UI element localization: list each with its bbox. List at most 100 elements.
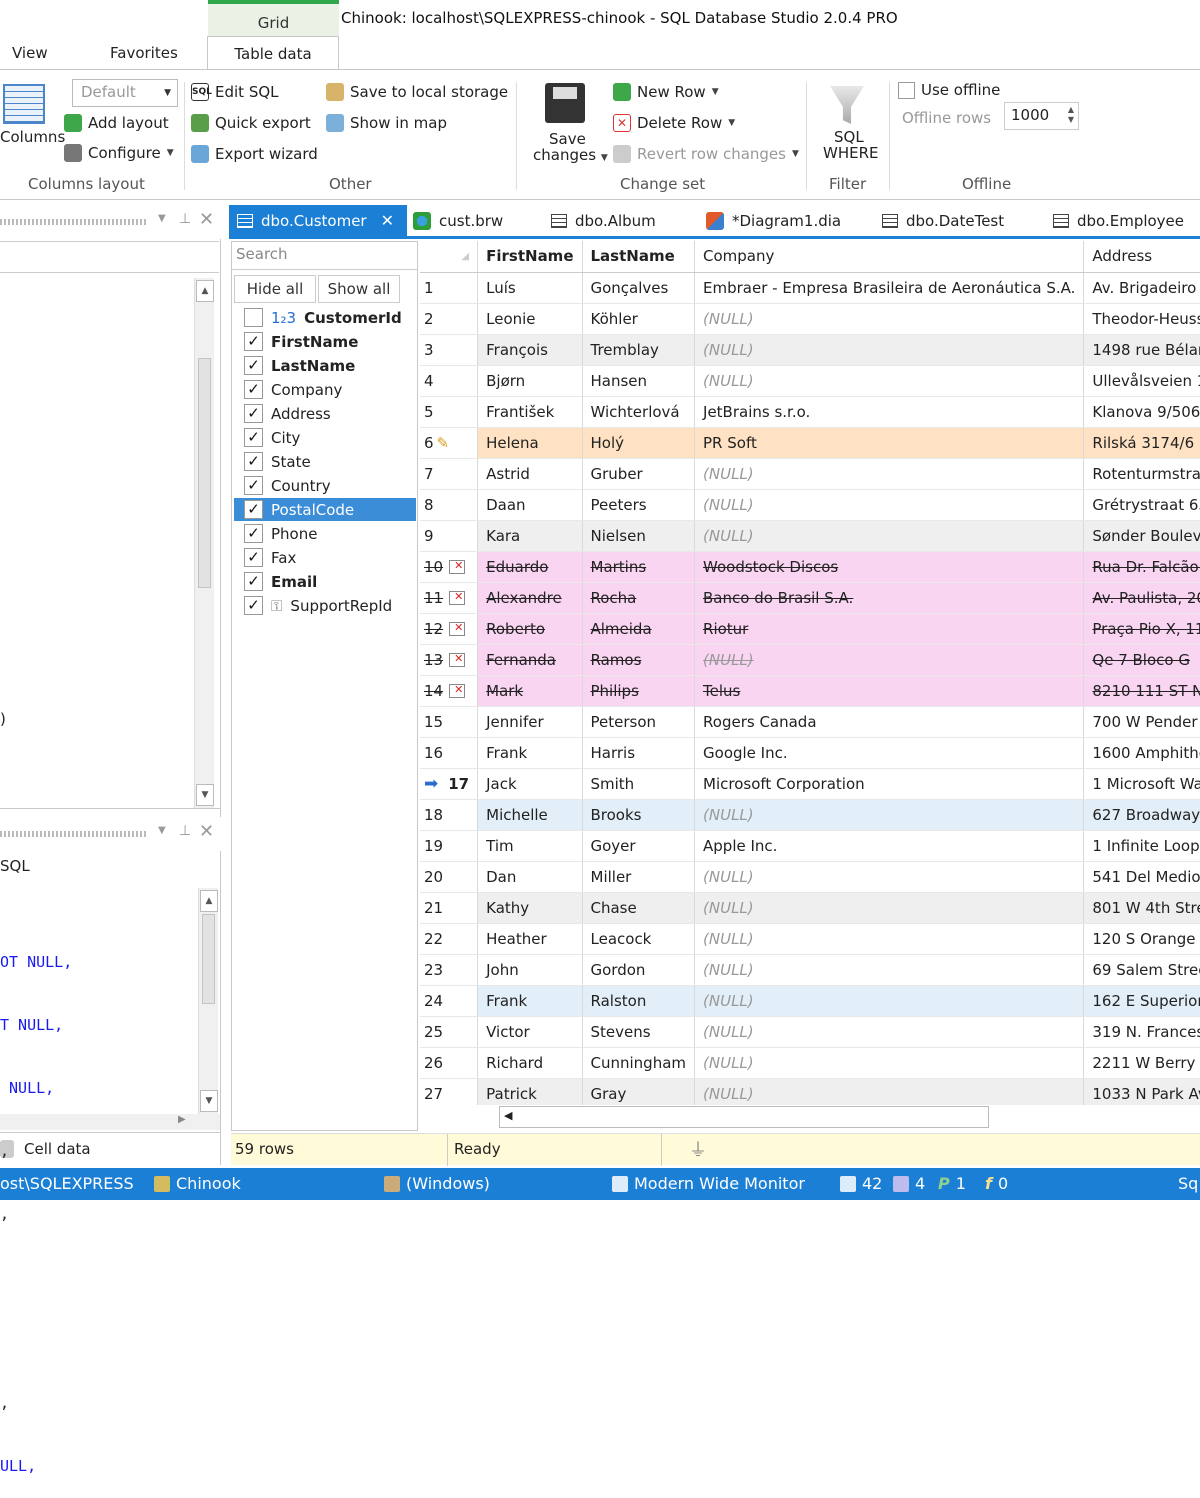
row-number-cell[interactable]: 5 — [420, 396, 479, 428]
vertical-scrollbar[interactable]: ▲ ▼ — [198, 888, 218, 1114]
table-row[interactable]: 1 Luís Gonçalves Embraer - Empresa Brasilei… — [420, 272, 1200, 304]
cell-last[interactable]: Peterson — [582, 706, 696, 738]
stepper-arrows-icon[interactable]: ▲ ▼ — [1068, 105, 1074, 125]
table-row[interactable]: 20 DanMiller(NULL)541 Del Medio Ave — [420, 861, 1200, 893]
row-number-cell[interactable]: 16 — [420, 737, 479, 769]
cell-last[interactable]: Cunningham — [582, 1047, 696, 1079]
table-row[interactable]: 11 AlexandreRochaBanco do Brasil S.A.Av. … — [420, 582, 1200, 614]
scroll-thumb[interactable] — [198, 358, 211, 588]
save-icon[interactable] — [545, 83, 585, 123]
row-number-cell[interactable]: 14 — [420, 675, 479, 707]
cell-company[interactable]: (NULL) — [694, 458, 1085, 490]
table-row[interactable]: 22 HeatherLeacock(NULL)120 S Orange Ave — [420, 923, 1200, 955]
table-row[interactable]: 6 ✎ Helena Holý PR Soft Rilská 3174/6 — [420, 427, 1200, 459]
cell-address[interactable]: 319 N. Frances Str — [1083, 1016, 1200, 1048]
tab-diagram1[interactable]: *Diagram1.dia — [706, 205, 841, 236]
row-number-cell[interactable]: 11 — [420, 582, 479, 614]
row-number-cell[interactable]: 10 — [420, 551, 479, 583]
scroll-left-icon[interactable]: ◀ — [504, 1109, 512, 1122]
row-number-cell[interactable]: 27 — [420, 1078, 479, 1105]
table-row[interactable]: 19 Tim Goyer Apple Inc. 1 Infinite Loop — [420, 830, 1200, 862]
cell-company[interactable]: (NULL) — [694, 334, 1085, 366]
tab-dbo-album[interactable]: dbo.Album — [551, 205, 656, 236]
procedure-count[interactable]: P1 — [938, 1174, 966, 1193]
layout-select[interactable]: Default ▼ — [72, 79, 178, 107]
column-checkbox[interactable]: ✓ — [244, 356, 263, 375]
cell-last[interactable]: Köhler — [582, 303, 696, 335]
cell-company[interactable]: (NULL) — [694, 1016, 1085, 1048]
cell-first[interactable]: Mark — [477, 675, 583, 707]
cell-first[interactable]: Roberto — [477, 613, 583, 645]
cell-last[interactable]: Brooks — [582, 799, 696, 831]
column-checkbox[interactable]: ✓ — [244, 476, 263, 495]
cell-first[interactable]: Luís — [477, 272, 583, 304]
tab-favorites[interactable]: Favorites — [110, 44, 178, 62]
delete-row-button[interactable]: ✕ Delete Row ▼ — [613, 114, 735, 132]
cell-company[interactable]: (NULL) — [694, 365, 1085, 397]
row-number-cell[interactable]: 13 — [420, 644, 479, 676]
cell-company[interactable]: Woodstock Discos — [694, 551, 1085, 583]
column-checkbox[interactable]: ✓ — [244, 380, 263, 399]
row-number-cell[interactable]: 2 — [420, 303, 479, 335]
row-number-cell[interactable]: 15 — [420, 706, 479, 738]
export-wizard-button[interactable]: Export wizard — [191, 145, 318, 163]
cell-company[interactable]: (NULL) — [694, 303, 1085, 335]
cell-last[interactable]: Gruber — [582, 458, 696, 490]
column-checkbox[interactable]: ✓ — [244, 548, 263, 567]
column-toggle-item[interactable]: ✓ Country — [234, 474, 416, 497]
column-checkbox[interactable]: ✓ — [244, 404, 263, 423]
column-checkbox[interactable]: ✓ — [244, 596, 263, 615]
table-row[interactable]: 23 JohnGordon(NULL)69 Salem Street — [420, 954, 1200, 986]
cell-last[interactable]: Stevens — [582, 1016, 696, 1048]
row-number-cell[interactable]: 3 — [420, 334, 479, 366]
column-checkbox[interactable] — [244, 308, 263, 327]
cell-company[interactable]: (NULL) — [694, 892, 1085, 924]
cell-first[interactable]: Richard — [477, 1047, 583, 1079]
close-icon[interactable]: ✕ — [381, 211, 394, 230]
cell-address[interactable]: Klanova 9/506 — [1083, 396, 1200, 428]
filter-icon[interactable] — [830, 86, 864, 124]
context-tab-grid[interactable]: Grid — [208, 0, 339, 36]
cell-first[interactable]: Bjørn — [477, 365, 583, 397]
row-number-cell[interactable]: 20 — [420, 861, 479, 893]
cell-address[interactable]: Av. Paulista, 2022 — [1083, 582, 1200, 614]
cell-address[interactable]: 700 W Pender Stre — [1083, 706, 1200, 738]
tab-view[interactable]: View — [12, 44, 48, 62]
cell-address[interactable]: 162 E Superior Str — [1083, 985, 1200, 1017]
table-count[interactable]: 42 — [840, 1174, 882, 1193]
column-header[interactable]: LastName — [582, 241, 696, 273]
cell-first[interactable]: Helena — [477, 427, 583, 459]
column-toggle-item[interactable]: ✓ ⚿ SupportRepId — [234, 594, 416, 617]
cell-last[interactable]: Miller — [582, 861, 696, 893]
table-row[interactable]: 24 FrankRalston(NULL)162 E Superior Str — [420, 985, 1200, 1017]
cell-address[interactable]: 69 Salem Street — [1083, 954, 1200, 986]
cell-last[interactable]: Martins — [582, 551, 696, 583]
cell-first[interactable]: Fernanda — [477, 644, 583, 676]
cell-first[interactable]: Leonie — [477, 303, 583, 335]
cell-company[interactable]: Telus — [694, 675, 1085, 707]
cell-last[interactable]: Rocha — [582, 582, 696, 614]
sql-editor[interactable]: OT NULL, T NULL, NULL, , , , ULL, — [0, 910, 72, 1498]
cell-address[interactable]: Rilská 3174/6 — [1083, 427, 1200, 459]
vertical-scrollbar[interactable]: ▲ ▼ — [194, 278, 214, 808]
cell-company[interactable]: (NULL) — [694, 520, 1085, 552]
cell-last[interactable]: Gray — [582, 1078, 696, 1105]
filter-icon[interactable]: ⏚ — [689, 1136, 707, 1162]
pin-icon[interactable]: ⊥ — [179, 211, 191, 227]
column-checkbox[interactable]: ✓ — [244, 428, 263, 447]
cell-address[interactable]: Theodor-Heuss-St — [1083, 303, 1200, 335]
cell-last[interactable]: Goyer — [582, 830, 696, 862]
tab-dbo-employee[interactable]: dbo.Employee — [1053, 205, 1184, 236]
column-toggle-item[interactable]: ✓ LastName — [234, 354, 416, 377]
column-header[interactable]: Company — [694, 241, 1085, 273]
close-icon[interactable]: ✕ — [199, 821, 214, 842]
table-row[interactable]: 9 KaraNielsen(NULL)Sønder Boulevard — [420, 520, 1200, 552]
row-number-cell[interactable]: 18 — [420, 799, 479, 831]
cell-last[interactable]: Ramos — [582, 644, 696, 676]
new-row-button[interactable]: New Row ▼ — [613, 83, 719, 101]
cell-first[interactable]: Michelle — [477, 799, 583, 831]
cell-company[interactable]: (NULL) — [694, 985, 1085, 1017]
cell-last[interactable]: Chase — [582, 892, 696, 924]
cell-company[interactable]: PR Soft — [694, 427, 1085, 459]
cell-company[interactable]: (NULL) — [694, 954, 1085, 986]
